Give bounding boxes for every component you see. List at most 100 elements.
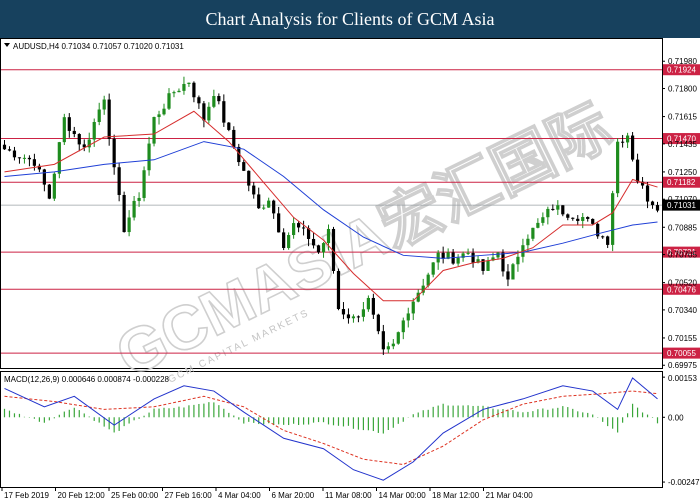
candle-body [27, 157, 32, 160]
candle-body [97, 109, 101, 122]
candle-body [157, 114, 161, 118]
macd-y-tick-label: -0.00247 [668, 478, 700, 487]
candle-body [556, 205, 560, 210]
candle-body [336, 270, 341, 310]
main-panel-frame [0, 38, 663, 369]
candle-body [296, 223, 301, 228]
candle-body [47, 184, 51, 199]
candle-body [625, 135, 630, 143]
x-tick-label: 27 Feb 16:00 [165, 491, 213, 500]
x-axis: 17 Feb 2019 20 Feb 12:00 25 Feb 00:00 27 Fe… [1, 488, 534, 500]
candle-body [606, 236, 610, 245]
candle-body [635, 159, 640, 182]
x-tick-label: 20 Feb 12:00 [58, 491, 106, 500]
candle-body [277, 213, 281, 233]
y-tick-label: 0.70885 [668, 223, 697, 232]
candle-body [316, 245, 321, 253]
candle-body [526, 238, 530, 246]
candle-body [232, 129, 236, 147]
candle-body [77, 134, 81, 145]
candle-body [177, 90, 181, 93]
candle-body [207, 106, 211, 121]
candle-body [57, 142, 61, 174]
x-tick-label: 18 Mar 12:00 [432, 491, 480, 500]
candle-body [571, 217, 575, 219]
candle-body [52, 173, 56, 199]
candle-body [301, 227, 306, 229]
candle-body [471, 252, 475, 263]
candle-body [581, 217, 585, 221]
candle-body [591, 218, 595, 224]
candle-body [516, 256, 520, 265]
candle-body [167, 93, 171, 109]
candle-body [62, 117, 66, 143]
y-tick-label: 0.71070 [668, 195, 697, 204]
candle-body [2, 144, 7, 150]
x-tick-label: 21 Mar 04:00 [486, 491, 534, 500]
candle-body [122, 194, 126, 233]
candle-body [650, 201, 655, 206]
candle-body [311, 238, 316, 246]
candle-body [486, 260, 490, 271]
x-tick-label: 25 Feb 00:00 [111, 491, 159, 500]
candle-body [586, 217, 590, 219]
candle-body [222, 101, 226, 123]
candle-body [326, 228, 331, 244]
y-tick-label: 0.70340 [668, 306, 697, 315]
x-tick-label: 17 Feb 2019 [4, 491, 49, 500]
candle-body [92, 121, 96, 140]
candle-body [152, 117, 156, 144]
candle-body [411, 301, 415, 314]
level-label: 0.71924 [667, 66, 696, 75]
y-tick-label: 0.70705 [668, 251, 697, 260]
level-label: 0.71182 [667, 178, 696, 187]
candle-body [541, 217, 545, 223]
y-tick-label: 0.70520 [668, 279, 697, 288]
candle-body [621, 141, 625, 143]
candle-body [192, 82, 196, 98]
candle-body [431, 262, 435, 275]
macd-info: MACD(12,26,9) 0.000646 0.000874 -0.00022… [4, 375, 170, 384]
y-tick-label: 0.69975 [668, 361, 697, 370]
candle-body [247, 170, 251, 186]
candle-body [566, 214, 570, 218]
y-axis: 0.71980 0.71800 0.71615 0.71435 0.71250 0.710… [662, 57, 697, 370]
y-tick-label: 0.71980 [668, 57, 697, 66]
candle-body [267, 200, 271, 208]
candle-body [531, 227, 535, 239]
candle-body [346, 314, 351, 319]
price-chart: GCMASIA宏汇国际 GCM CAPITAL MARKETS 0.719240… [0, 38, 700, 500]
candle-body [227, 122, 231, 130]
candle-body [132, 200, 136, 218]
candle-body [217, 96, 221, 102]
candle-body [182, 83, 186, 91]
y-tick-label: 0.71800 [668, 85, 697, 94]
candle-body [356, 316, 361, 318]
candle-body [162, 108, 166, 115]
candle-body [72, 130, 76, 135]
candle-body [257, 194, 261, 209]
y-tick-label: 0.71435 [668, 140, 697, 149]
candle-body [172, 92, 176, 94]
x-tick-label: 4 Mar 04:00 [218, 491, 261, 500]
macd-y-tick-label: 0.00153 [668, 374, 697, 383]
candle-body [197, 97, 201, 104]
macd-y-tick-label: 0.00 [668, 413, 684, 422]
candle-body [262, 207, 266, 209]
candle-body [536, 222, 540, 228]
candle-body [321, 243, 326, 253]
candle-body [137, 197, 141, 201]
candle-body [381, 331, 385, 350]
candle-body [102, 99, 106, 110]
candle-body [561, 205, 565, 215]
symbol-info: AUDUSD,H4 0.71034 0.71057 0.71020 0.7103… [13, 42, 184, 51]
candle-body [546, 208, 550, 218]
candle-body [655, 205, 660, 211]
level-label: 0.70055 [667, 349, 696, 358]
candle-body [466, 252, 470, 254]
candle-body [616, 141, 620, 194]
y-tick-label: 0.71615 [668, 113, 697, 122]
candle-body [366, 297, 370, 310]
candle-body [127, 217, 131, 233]
candle-body [506, 271, 510, 280]
